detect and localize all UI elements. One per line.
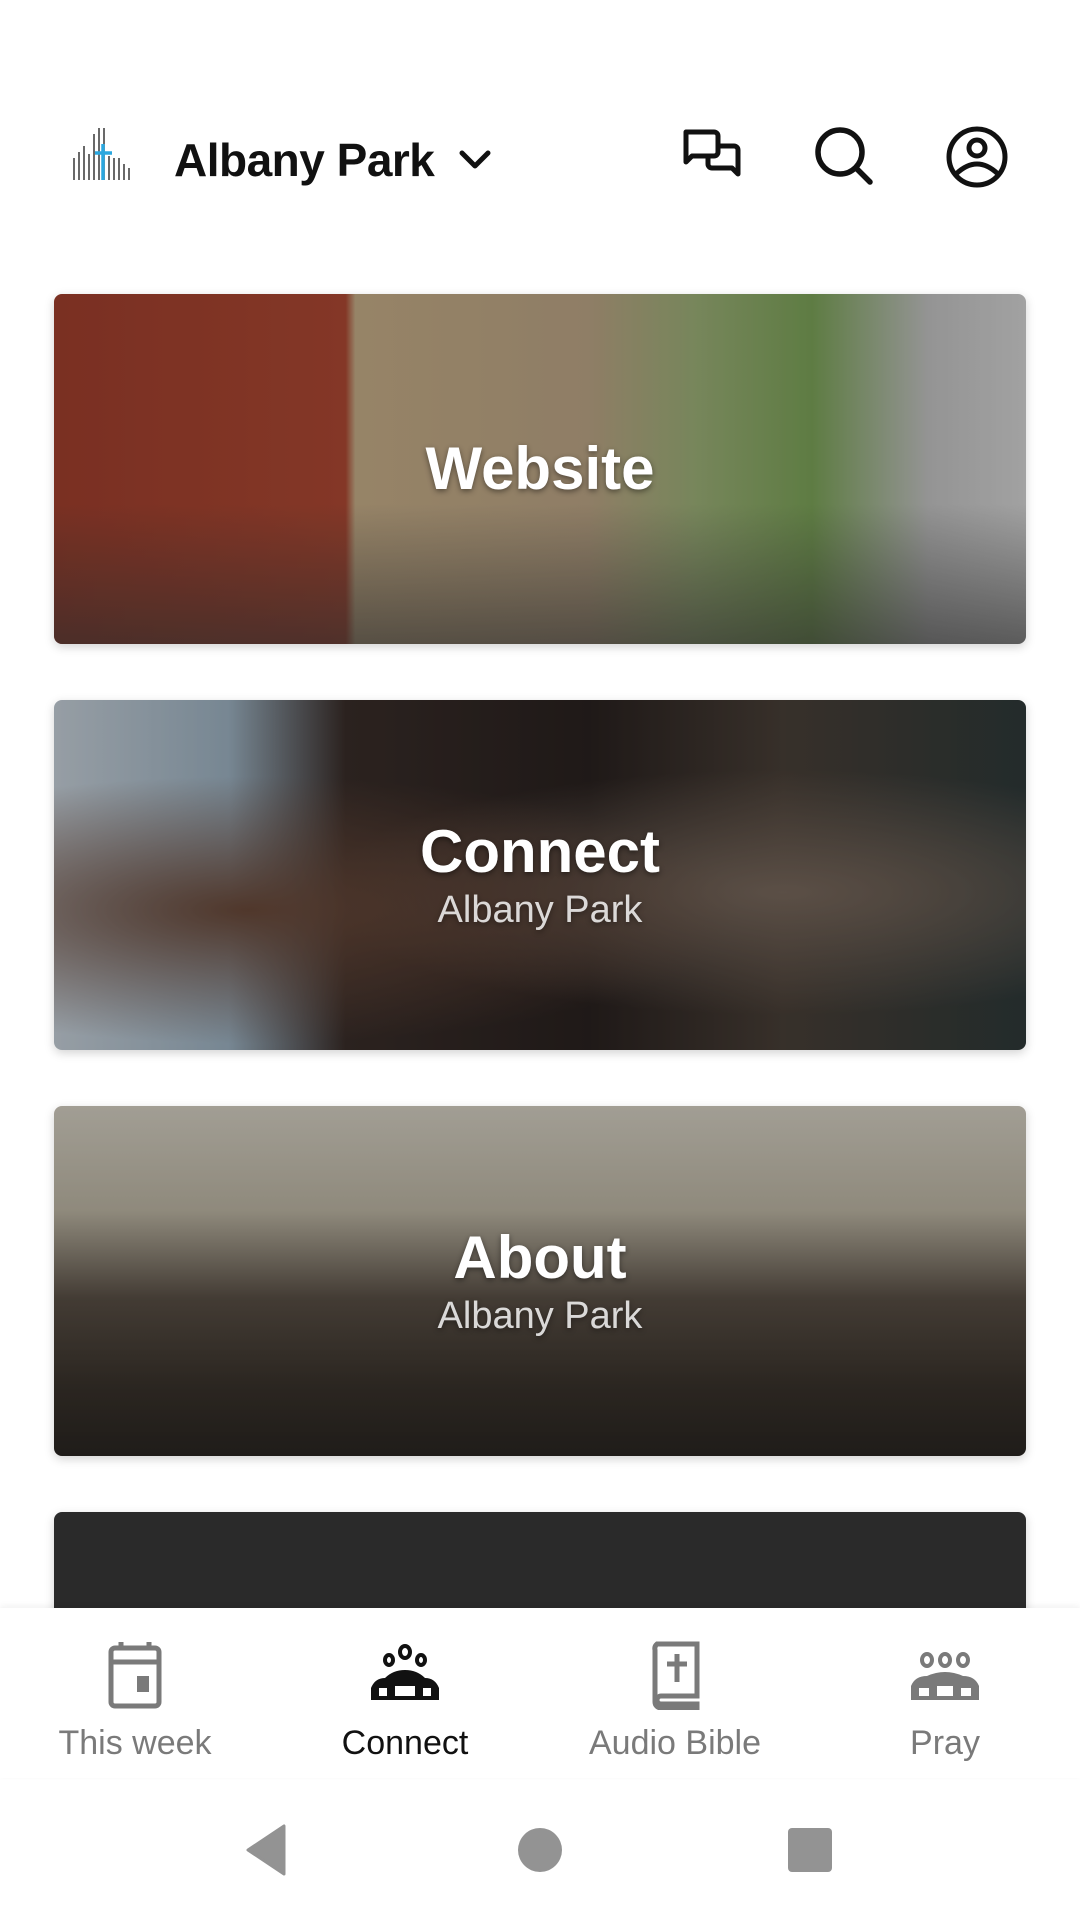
about-card[interactable]: About Albany Park (54, 1106, 1026, 1456)
connect-card[interactable]: Connect Albany Park (54, 700, 1026, 1050)
church-logo-icon (72, 128, 132, 182)
chat-button[interactable] (680, 124, 746, 190)
search-icon (815, 127, 873, 185)
nav-this-week[interactable]: This week (0, 1608, 270, 1778)
location-selector[interactable]: Albany Park (174, 130, 492, 190)
card-title: Connect (420, 817, 660, 885)
nav-label: Pray (910, 1724, 980, 1762)
search-button[interactable] (812, 124, 878, 190)
back-button[interactable] (238, 1820, 298, 1880)
nav-audio-bible[interactable]: Audio Bible (540, 1608, 810, 1778)
recents-icon (788, 1828, 832, 1872)
profile-button[interactable] (944, 124, 1010, 190)
groups-icon (371, 1644, 439, 1700)
system-navigation-bar (0, 1780, 1080, 1920)
home-icon (518, 1828, 562, 1872)
bottom-navigation: This week Connect Audio Bible Pray (0, 1608, 1080, 1778)
account-circle-icon (946, 126, 1008, 188)
nav-label: Connect (341, 1724, 469, 1762)
chevron-down-icon (459, 150, 491, 169)
location-title: Albany Park (174, 134, 435, 186)
website-card[interactable]: Website (54, 294, 1026, 644)
app-header: Albany Park (0, 100, 1080, 220)
nav-label: This week (58, 1724, 212, 1762)
card-title: Website (425, 435, 655, 502)
home-button[interactable] (510, 1820, 570, 1880)
calendar-icon (108, 1642, 162, 1709)
card-subtitle: Albany Park (437, 888, 643, 931)
nav-pray[interactable]: Pray (810, 1608, 1080, 1778)
nav-connect[interactable]: Connect (270, 1608, 540, 1778)
bible-icon (652, 1641, 700, 1710)
card-title: About (453, 1223, 627, 1291)
recents-button[interactable] (780, 1820, 840, 1880)
chat-bubbles-icon (683, 129, 741, 177)
back-icon (246, 1824, 286, 1876)
nav-label: Audio Bible (588, 1724, 761, 1762)
people-icon (911, 1652, 979, 1700)
card-subtitle: Albany Park (437, 1294, 643, 1337)
